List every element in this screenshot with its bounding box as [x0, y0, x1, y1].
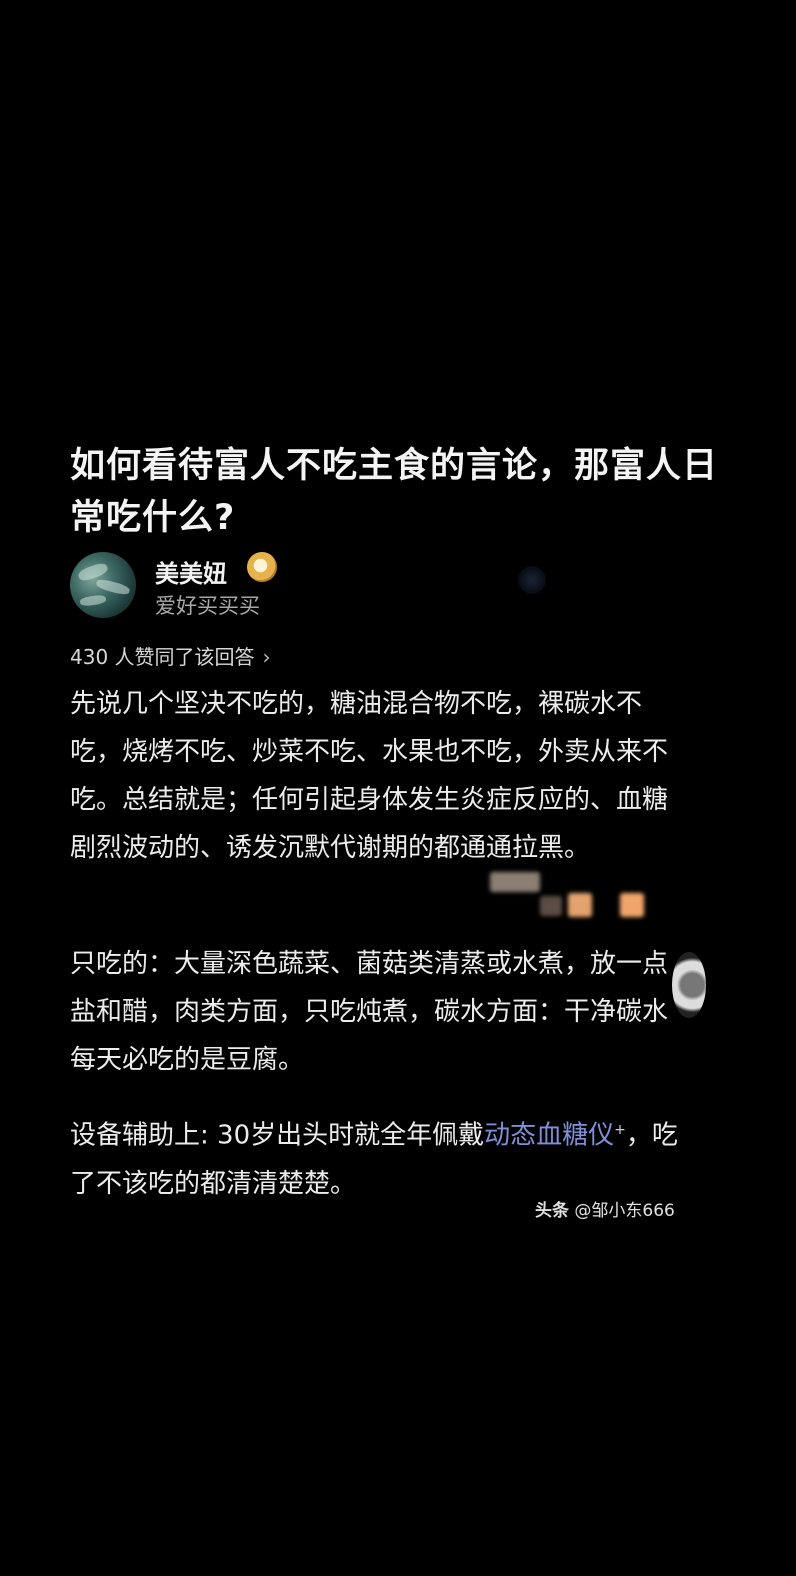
answer-paragraph-3: 设备辅助上: 30岁出头时就全年佩戴动态血糖仪+，吃了不该吃的都清清楚楚。 — [70, 1106, 680, 1208]
answer-paragraph-1: 先说几个坚决不吃的，糖油混合物不吃，裸碳水不吃，烧烤不吃、炒菜不吃、水果也不吃，… — [70, 689, 669, 863]
watermark-brand: 头条 — [535, 1201, 569, 1221]
mosaic-artifact — [568, 893, 592, 917]
answer-paragraph-2: 只吃的：大量深色蔬菜、菌菇类清蒸或水煮，放一点盐和醋，肉类方面，只吃炖煮，碳水方… — [70, 949, 669, 1075]
mosaic-artifact — [490, 872, 540, 892]
likes-link[interactable]: 430 人赞同了该回答 › — [70, 641, 271, 670]
chevron-right-icon: › — [262, 645, 271, 669]
verified-badge-icon — [247, 552, 277, 582]
author-avatar[interactable] — [70, 552, 136, 618]
author-bio: 爱好买买买 — [155, 594, 260, 618]
mosaic-artifact — [620, 893, 644, 917]
paragraph-3-text: 设备辅助上: 30岁出头时就全年佩戴 — [70, 1120, 485, 1151]
question-title[interactable]: 如何看待富人不吃主食的言论，那富人日常吃什么? — [70, 440, 730, 544]
glucose-monitor-link[interactable]: 动态血糖仪 — [484, 1121, 614, 1151]
floating-thumbnail[interactable] — [672, 952, 706, 1018]
link-plus-marker: + — [614, 1122, 626, 1138]
watermark-handle: @邹小东666 — [574, 1201, 675, 1221]
background-glow — [518, 566, 546, 594]
watermark: 头条 @邹小东666 — [535, 1196, 675, 1221]
mosaic-artifact — [540, 896, 562, 916]
likes-count-text: 430 人赞同了该回答 — [70, 645, 255, 669]
author-name[interactable]: 美美妞 — [155, 554, 227, 589]
